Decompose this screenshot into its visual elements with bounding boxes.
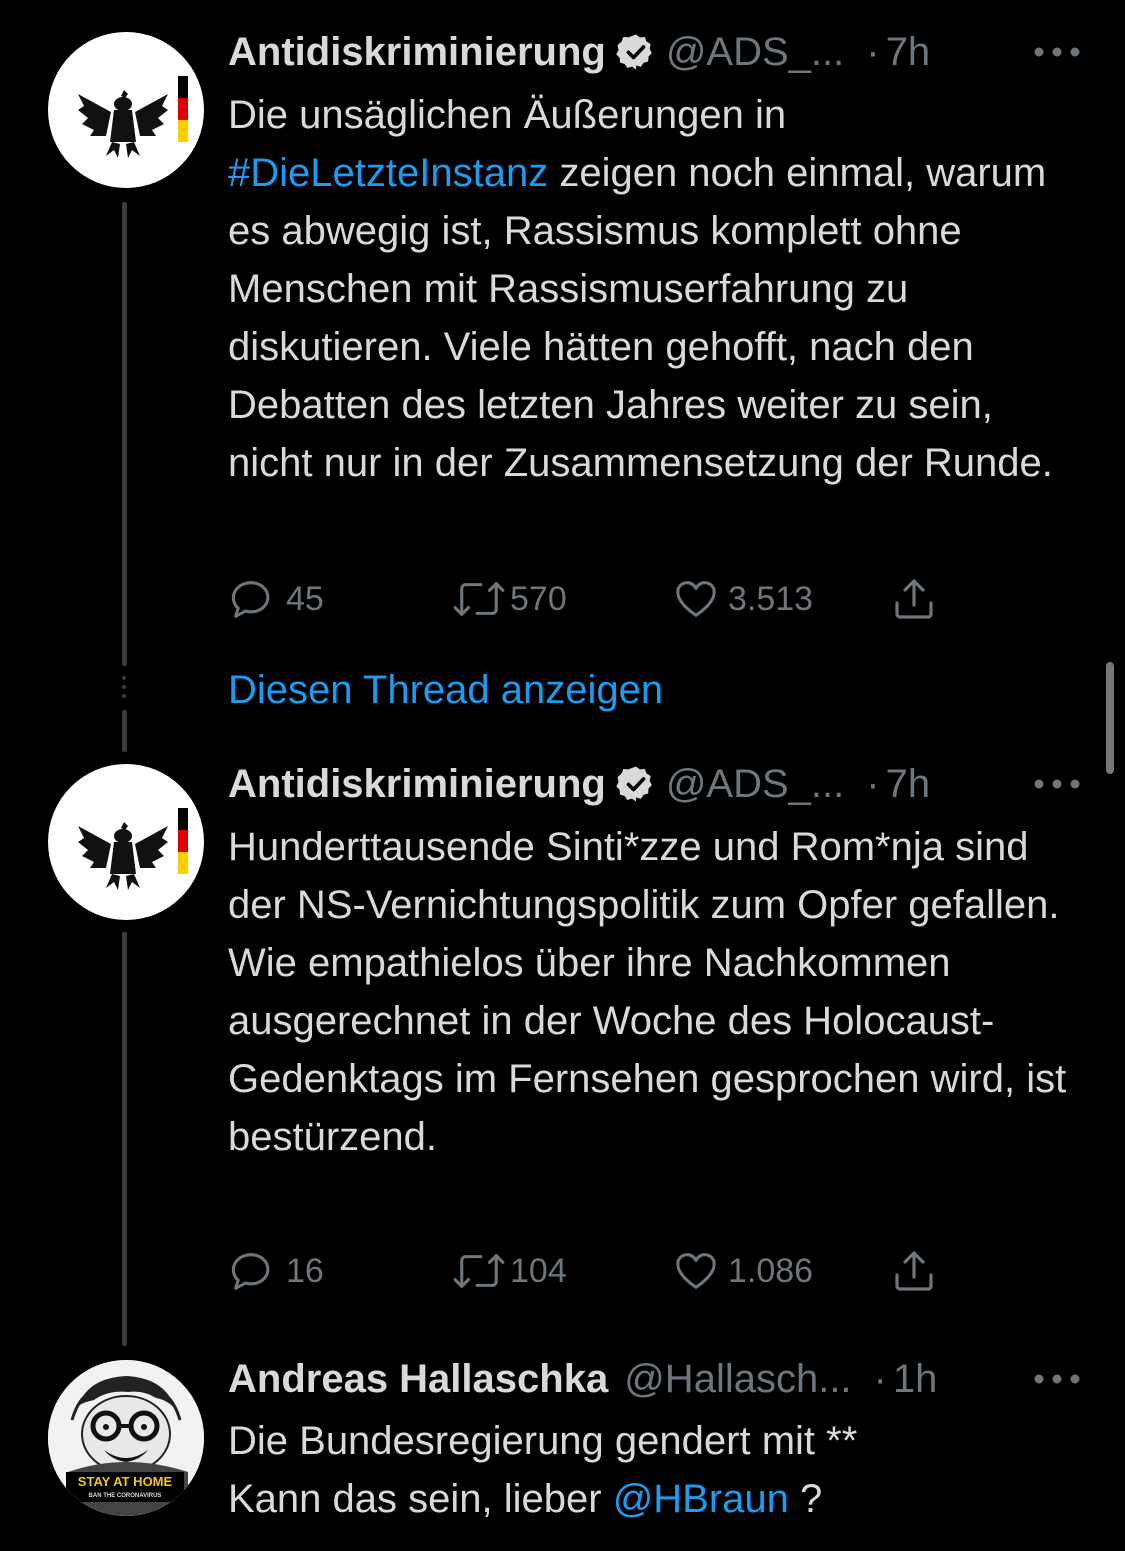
caricature-avatar-image: STAY AT HOME BAN THE CORONAVIRUS <box>48 1360 204 1516</box>
show-thread-link[interactable]: Diesen Thread anzeigen <box>228 668 663 713</box>
more-icon[interactable] <box>1033 46 1081 58</box>
mention-link[interactable]: @HBraun <box>613 1477 789 1521</box>
avatar[interactable] <box>48 32 204 188</box>
retweet-button[interactable]: 104 <box>450 1246 567 1296</box>
reply-icon <box>231 1253 270 1290</box>
share-icon <box>895 579 933 619</box>
retweet-count: 570 <box>510 579 567 618</box>
separator-dot: · <box>866 761 880 806</box>
scrollbar[interactable] <box>1106 662 1114 774</box>
separator-dot: · <box>873 1356 887 1401</box>
avatar[interactable]: STAY AT HOME BAN THE CORONAVIRUS <box>48 1360 204 1516</box>
author-name[interactable]: Antidiskriminierung <box>228 30 606 75</box>
federal-eagle-logo <box>78 76 188 158</box>
reply-count: 16 <box>286 1251 324 1290</box>
author-name[interactable]: Antidiskriminierung <box>228 762 606 807</box>
avatar-stay-at-home-text: STAY AT HOME <box>78 1474 173 1489</box>
avatar[interactable] <box>48 764 204 920</box>
like-button[interactable]: 3.513 <box>672 574 813 624</box>
tweet-header: Antidiskriminierung @ADS_... · 7h <box>228 26 1081 78</box>
reply-button[interactable]: 45 <box>228 574 324 624</box>
share-button[interactable] <box>890 574 938 624</box>
tweet-text-part: ? <box>788 1477 823 1521</box>
more-icon[interactable] <box>1033 1373 1081 1385</box>
hashtag-link[interactable]: #DieLetzteInstanz <box>228 151 548 195</box>
author-name[interactable]: Andreas Hallaschka <box>228 1357 608 1402</box>
like-count: 3.513 <box>728 579 814 618</box>
tweet-text-part: Hunderttausende Sinti*zze und Rom*nja si… <box>228 825 1067 1159</box>
timestamp[interactable]: 7h <box>886 30 931 75</box>
share-button[interactable] <box>890 1246 938 1296</box>
tweet-text: Die unsäglichen Äußerungen in #DieLetzteI… <box>228 86 1088 492</box>
retweet-icon <box>453 582 505 616</box>
heart-icon <box>676 1253 716 1289</box>
timestamp[interactable]: 1h <box>893 1357 938 1402</box>
tweet-text-part: Kann das sein, lieber <box>228 1477 613 1521</box>
thread-line <box>122 932 127 1346</box>
tweet-text-part: Die unsäglichen Äußerungen in <box>228 93 787 137</box>
retweet-count: 104 <box>510 1251 567 1290</box>
share-icon <box>895 1251 933 1291</box>
reply-icon <box>231 581 270 618</box>
timestamp[interactable]: 7h <box>886 762 931 807</box>
tweet-text-part: Die Bundesregierung gendert mit ** <box>228 1419 858 1463</box>
verified-badge-icon <box>616 34 652 70</box>
heart-icon <box>676 581 716 617</box>
retweet-button[interactable]: 570 <box>450 574 567 624</box>
tweet-actions: 45 570 3.513 <box>228 574 988 624</box>
tweet-text: Die Bundesregierung gendert mit ** Kann d… <box>228 1412 1088 1528</box>
author-handle[interactable]: @Hallasch... <box>624 1357 851 1402</box>
tweet-header: Antidiskriminierung @ADS_... · 7h <box>228 758 1081 810</box>
retweet-icon <box>453 1254 505 1288</box>
tweet-header: Andreas Hallaschka @Hallasch... · 1h <box>228 1353 1081 1405</box>
author-handle[interactable]: @ADS_... <box>666 762 844 807</box>
tweet-text-part: zeigen noch einmal, warum es abwegig ist… <box>228 151 1053 485</box>
like-count: 1.086 <box>728 1251 814 1290</box>
avatar-ban-coronavirus-text: BAN THE CORONAVIRUS <box>89 1493 162 1499</box>
tweet-actions: 16 104 1.086 <box>228 1246 988 1296</box>
thread-line <box>122 202 127 666</box>
author-handle[interactable]: @ADS_... <box>666 30 844 75</box>
like-button[interactable]: 1.086 <box>672 1246 813 1296</box>
verified-badge-icon <box>616 766 652 802</box>
more-icon[interactable] <box>1033 778 1081 790</box>
reply-button[interactable]: 16 <box>228 1246 324 1296</box>
thread-line <box>122 710 127 752</box>
tweet-text: Hunderttausende Sinti*zze und Rom*nja si… <box>228 818 1068 1166</box>
separator-dot: · <box>866 29 880 74</box>
federal-eagle-logo <box>78 808 188 890</box>
thread-gap-dots <box>122 676 127 703</box>
reply-count: 45 <box>286 579 324 618</box>
